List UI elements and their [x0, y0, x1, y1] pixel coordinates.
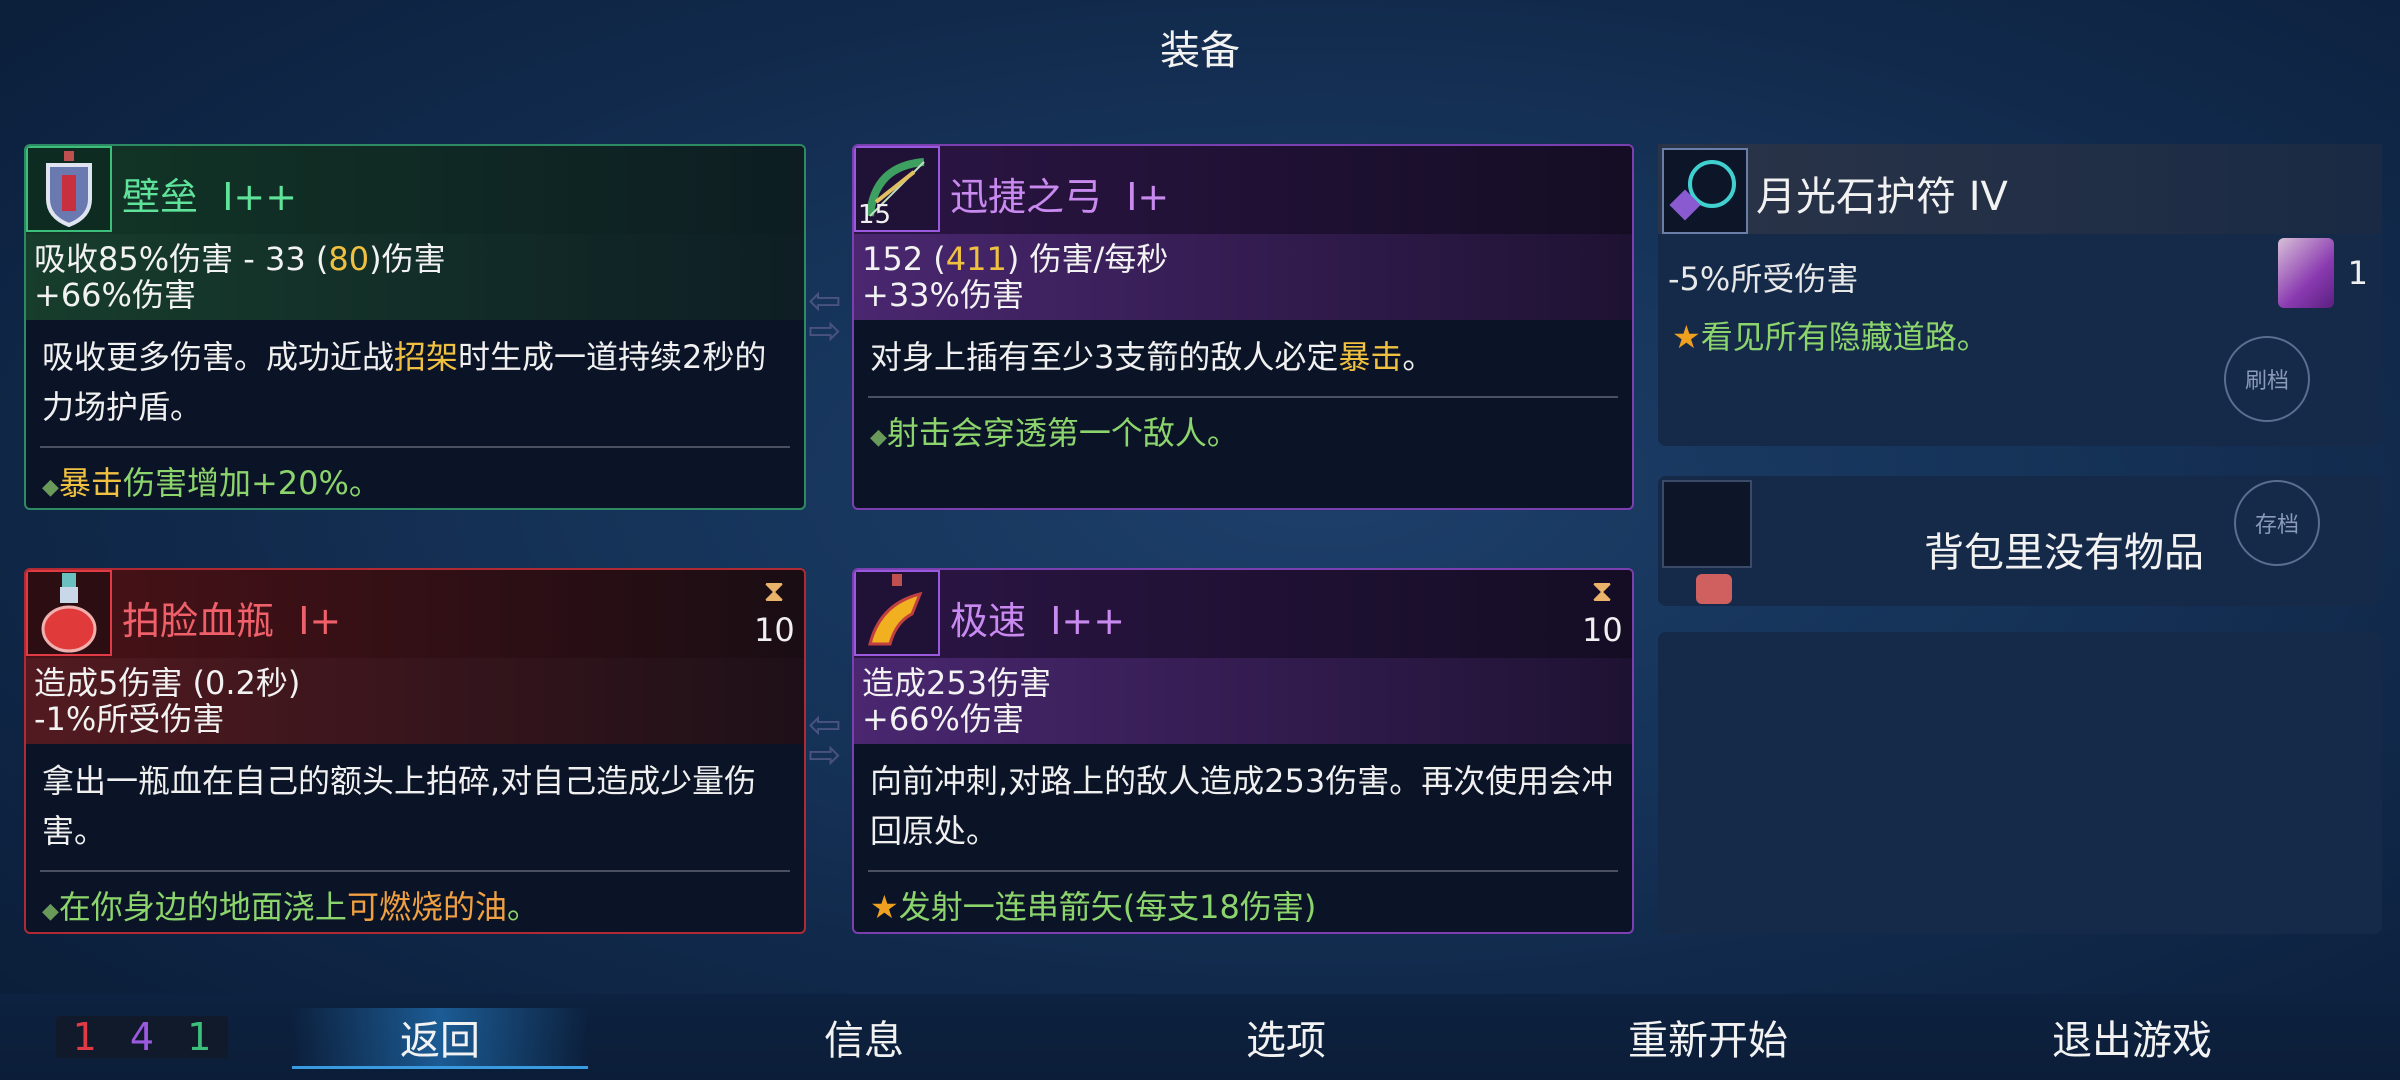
page-title: 装备 — [1160, 28, 1240, 74]
shield-icon — [26, 146, 112, 232]
swap-weapons-button[interactable]: ⇦ ⇨ — [808, 281, 854, 354]
hourglass-icon: ⧗ — [763, 574, 785, 609]
backpack-slot[interactable] — [1662, 480, 1752, 568]
potion-icon — [26, 570, 112, 656]
quit-button[interactable]: 退出游戏 — [2002, 1008, 2262, 1066]
back-button[interactable]: 返回 — [292, 1008, 588, 1069]
speed-bonus: ★发射一连串箭矢(每支18伤害) — [870, 888, 1317, 926]
bottom-nav-bar: 1 4 1 返回 信息 选项 重新开始 退出游戏 — [0, 994, 2400, 1080]
brutality-stat: 1 — [72, 1015, 97, 1059]
shield-card[interactable]: 壁垒 I++ 吸收85%伤害 - 33 (80)伤害 +66%伤害 吸收更多伤害… — [24, 144, 806, 510]
amulet-bonus: ★看见所有隐藏道路。 — [1672, 318, 1989, 356]
shield-card-header: 壁垒 I++ — [26, 146, 804, 234]
restart-button[interactable]: 重新开始 — [1578, 1008, 1838, 1066]
speed-stat-bonus: +66%伤害 — [854, 694, 1632, 744]
star-icon: ★ — [870, 888, 899, 926]
bow-icon: 15 — [854, 146, 940, 232]
shield-description: 吸收更多伤害。成功近战招架时生成一道持续2秒的力场护盾。 — [42, 338, 767, 426]
flask-stat-reduction: -1%所受伤害 — [26, 694, 804, 744]
speed-card[interactable]: 极速 I++ ⧗ 10 造成253伤害 +66%伤害 向前冲刺,对路上的敌人造成… — [852, 568, 1634, 934]
amulet-stat: -5%所受伤害 — [1668, 260, 1859, 298]
shield-name: 壁垒 I++ — [122, 175, 298, 219]
speed-name: 极速 I++ — [950, 599, 1126, 643]
flask-name: 拍脸血瓶 I+ — [122, 599, 342, 643]
survival-stat: 1 — [187, 1015, 212, 1059]
swap-skills-button[interactable]: ⇦ ⇨ — [808, 705, 854, 778]
scroll-stats: 1 4 1 — [56, 1016, 228, 1058]
arrow-right-icon: ⇨ — [808, 732, 842, 778]
bow-bonus: ◆射击会穿透第一个敌人。 — [870, 414, 1239, 452]
shield-bonus: ◆暴击伤害增加+20%。 — [42, 464, 381, 502]
bow-card-header: 15 迅捷之弓 I+ — [854, 146, 1632, 234]
flask-card-header: 拍脸血瓶 I+ ⧗ 10 — [26, 570, 804, 658]
amulet-name: 月光石护符 IV — [1756, 174, 2008, 220]
backpack-panel[interactable]: 背包里没有物品 存档 — [1658, 476, 2382, 606]
bow-name: 迅捷之弓 I+ — [950, 175, 1170, 219]
bow-ammo-count: 15 — [858, 200, 892, 230]
empty-slot-panel — [1658, 632, 2382, 934]
options-button[interactable]: 选项 — [1186, 1008, 1386, 1066]
speed-cooldown: ⧗ 10 — [1582, 574, 1623, 649]
save-button[interactable]: 存档 — [2234, 480, 2320, 566]
diamond-icon: ◆ — [42, 899, 59, 924]
amulet-icon — [1662, 148, 1748, 234]
hourglass-icon: ⧗ — [1591, 574, 1613, 609]
dash-icon — [854, 570, 940, 656]
info-button[interactable]: 信息 — [764, 1008, 964, 1066]
arrow-right-icon: ⇨ — [808, 308, 842, 354]
bow-stat-damage: +33%伤害 — [854, 270, 1632, 320]
flask-cooldown: ⧗ 10 — [754, 574, 795, 649]
skull-icon — [1696, 574, 1732, 604]
flask-card[interactable]: 拍脸血瓶 I+ ⧗ 10 造成5伤害 (0.2秒) -1%所受伤害 拿出一瓶血在… — [24, 568, 806, 934]
speed-description: 向前冲刺,对路上的敌人造成253伤害。再次使用会冲回原处。 — [870, 762, 1614, 850]
scroll-count: 1 — [2347, 254, 2368, 292]
flask-bonus: ◆在你身边的地面浇上可燃烧的油。 — [42, 888, 539, 926]
star-icon: ★ — [1672, 318, 1701, 356]
reroll-button[interactable]: 刷档 — [2224, 336, 2310, 422]
speed-card-header: 极速 I++ ⧗ 10 — [854, 570, 1632, 658]
bow-card[interactable]: 15 迅捷之弓 I+ 152 (411) 伤害/每秒 +33%伤害 对身上插有至… — [852, 144, 1634, 510]
diamond-icon: ◆ — [870, 425, 887, 450]
scroll-icon — [2278, 238, 2334, 308]
amulet-panel[interactable]: 月光石护符 IV -5%所受伤害 1 ★看见所有隐藏道路。 刷档 — [1658, 144, 2382, 446]
flask-description: 拿出一瓶血在自己的额头上拍碎,对自己造成少量伤害。 — [42, 762, 757, 850]
bow-description: 对身上插有至少3支箭的敌人必定暴击。 — [870, 338, 1435, 376]
diamond-icon: ◆ — [42, 475, 59, 500]
tactics-stat: 4 — [129, 1015, 155, 1059]
backpack-empty-text: 背包里没有物品 — [1924, 530, 2204, 576]
